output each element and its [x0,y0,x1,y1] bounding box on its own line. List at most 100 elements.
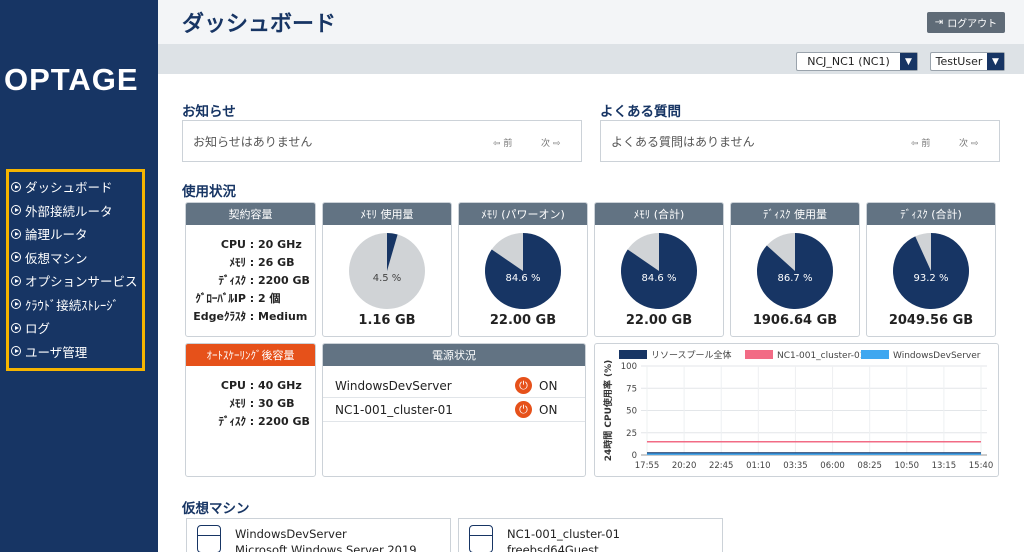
pie-card: ﾃﾞｨｽｸ (合計) 93.2 % 2049.56 GB [866,202,996,337]
x-tick-label: 03:35 [783,461,808,471]
usage-title: 使用状況 [182,184,236,200]
y-axis-label: 24時間 CPU使用率 (%) [602,360,614,462]
sidebar-item-dashboard[interactable]: ダッシュボード [11,175,142,199]
spec-value: 2 個 [258,292,281,305]
faq-prev-label: 前 [921,139,931,149]
spec-colon: : [249,237,255,251]
pie-wrap: 4.5 % [323,231,451,311]
power-icon[interactable]: ⏻ [515,377,532,394]
sidebar-item-option-service[interactable]: オプションサービス [11,269,142,293]
notice-prev-button[interactable]: ⇦ 前 [493,136,512,149]
x-tick-label: 10:50 [895,461,920,471]
pie-card-header: ﾒﾓﾘ 使用量 [323,203,451,225]
sidebar-item-label: オプションサービス [25,274,138,290]
contract-spec-list: CPU:20 GHz ﾒﾓﾘ:26 GB ﾃﾞｨｽｸ:2200 GB ｸﾞﾛｰﾊﾞﾙI… [186,225,315,325]
spec-row: Edgeｸﾗｽﾀ: Medium [186,307,315,325]
spec-row: CPU:40 GHz [186,376,315,394]
faq-prev-button[interactable]: ⇦ 前 [911,136,930,149]
power-vm-name: WindowsDevServer [335,378,452,393]
pie-chart: 93.2 % [893,233,970,309]
spec-colon: : [249,273,255,287]
spec-key: ﾒﾓﾘ [229,256,247,269]
spec-row: ﾃﾞｨｽｸ:2200 GB [186,271,315,289]
x-tick-label: 06:00 [820,461,845,471]
spec-value: 20 GHz [258,237,302,251]
vm-card[interactable]: WindowsDevServer Microsoft Windows Serve… [186,518,451,552]
sidebar-item-label: ユーザ管理 [25,344,88,360]
vm-os: Microsoft Windows Server 2019 [235,543,417,552]
pie-card: ﾒﾓﾘ (合計) 84.6 % 22.00 GB [594,202,724,337]
power-icon[interactable]: ⏻ [515,401,532,418]
chevron-down-icon: ▼ [987,53,1004,70]
sidebar-item-label: 外部接続ルータ [25,203,113,219]
pie-card: ﾃﾞｨｽｸ 使用量 86.7 % 1906.64 GB [730,202,860,337]
spec-row: ﾒﾓﾘ:30 GB [186,394,315,412]
notice-box: お知らせはありません ⇦ 前 次 ⇨ [182,120,582,162]
sidebar-item-external-router[interactable]: 外部接続ルータ [11,199,142,223]
autoscale-spec-list: CPU:40 GHz ﾒﾓﾘ:30 GB ﾃﾞｨｽｸ:2200 GB [186,366,315,430]
vm-card[interactable]: NC1-001_cluster-01 freebsd64Guest [458,518,723,552]
spec-key: ﾒﾓﾘ [229,397,247,410]
spec-value: 2200 GB [258,414,310,428]
notice-empty-text: お知らせはありません [193,134,313,149]
cpu-chart-card: リソースプール全体 NC1-001_cluster-01 WindowsDevSer… [594,343,999,477]
notice-prev-label: 前 [503,139,513,149]
logout-button[interactable]: ⇥ ログアウト [927,12,1005,33]
spec-colon: : [249,396,255,410]
faq-next-button[interactable]: 次 ⇨ [959,136,978,149]
y-tick-label: 25 [626,429,637,439]
power-header: 電源状況 [323,344,585,366]
faq-title: よくある質問 [600,104,681,120]
pie-percent-label: 86.7 % [778,273,813,284]
legend-swatch [745,350,773,359]
pie-value: 22.00 GB [625,313,693,328]
pie-card: ﾒﾓﾘ 使用量 4.5 % 1.16 GB [322,202,452,337]
y-tick-label: 0 [632,451,637,461]
spec-key: ｸﾞﾛｰﾊﾞﾙIP [195,292,246,305]
tenant-select[interactable]: NCJ_NC1 (NC1) ▼ [796,52,918,71]
x-tick-label: 01:10 [746,461,771,471]
y-tick-label: 75 [626,384,637,394]
sidebar-item-virtual-machine[interactable]: 仮想マシン [11,246,142,270]
notice-title: お知らせ [182,104,236,120]
spec-key: ﾃﾞｨｽｸ [218,415,247,428]
x-tick-label: 13:15 [932,461,957,471]
power-vm-name: NC1-001_cluster-01 [335,402,453,417]
sidebar-item-user-management[interactable]: ユーザ管理 [11,340,142,364]
legend-swatch [861,350,889,359]
user-select[interactable]: TestUser ▼ [930,52,1005,71]
pie-percent-label: 4.5 % [373,273,402,284]
cpu-usage-chart: リソースプール全体 NC1-001_cluster-01 WindowsDevSer… [602,349,993,471]
spec-row: ﾃﾞｨｽｸ:2200 GB [186,412,315,430]
pie-wrap: 86.7 % [731,231,859,311]
spec-value: 26 GB [258,255,295,269]
vm-os: freebsd64Guest [507,543,599,552]
notice-next-button[interactable]: 次 ⇨ [541,136,560,149]
user-select-value: TestUser [935,55,983,68]
contract-header: 契約容量 [186,203,315,225]
legend-label: NC1-001_cluster-01 [777,351,865,361]
server-icon [469,525,493,552]
spec-colon: : [249,414,255,428]
chevron-circle-icon [11,275,21,286]
spec-value: 2200 GB [258,273,310,287]
vm-name: NC1-001_cluster-01 [507,527,620,541]
pie-percent-label: 84.6 % [506,273,541,284]
sidebar-item-cloud-storage[interactable]: ｸﾗｳﾄﾞ接続ｽﾄﾚｰｼﾞ [11,293,142,317]
sidebar-item-label: ログ [25,321,51,337]
optage-logo: OPTAGE [4,62,139,97]
sidebar-item-label: ダッシュボード [25,180,113,196]
pie-value: 2049.56 GB [888,313,974,328]
pie-percent-label: 84.6 % [642,273,677,284]
spec-key: CPU [220,378,246,392]
spec-value: Medium [258,309,308,323]
sidebar-nav: ダッシュボード 外部接続ルータ 論理ルータ 仮想マシン オプションサービス ｸﾗ… [6,169,145,371]
pie-chart: 84.6 % [485,233,562,309]
pie-chart: 86.7 % [756,233,833,309]
sidebar-item-log[interactable]: ログ [11,316,142,340]
spec-colon: : [249,309,255,323]
sidebar-item-logical-router[interactable]: 論理ルータ [11,222,142,246]
server-icon [197,525,221,552]
spec-colon: : [249,378,255,392]
faq-empty-text: よくある質問はありません [611,134,755,149]
